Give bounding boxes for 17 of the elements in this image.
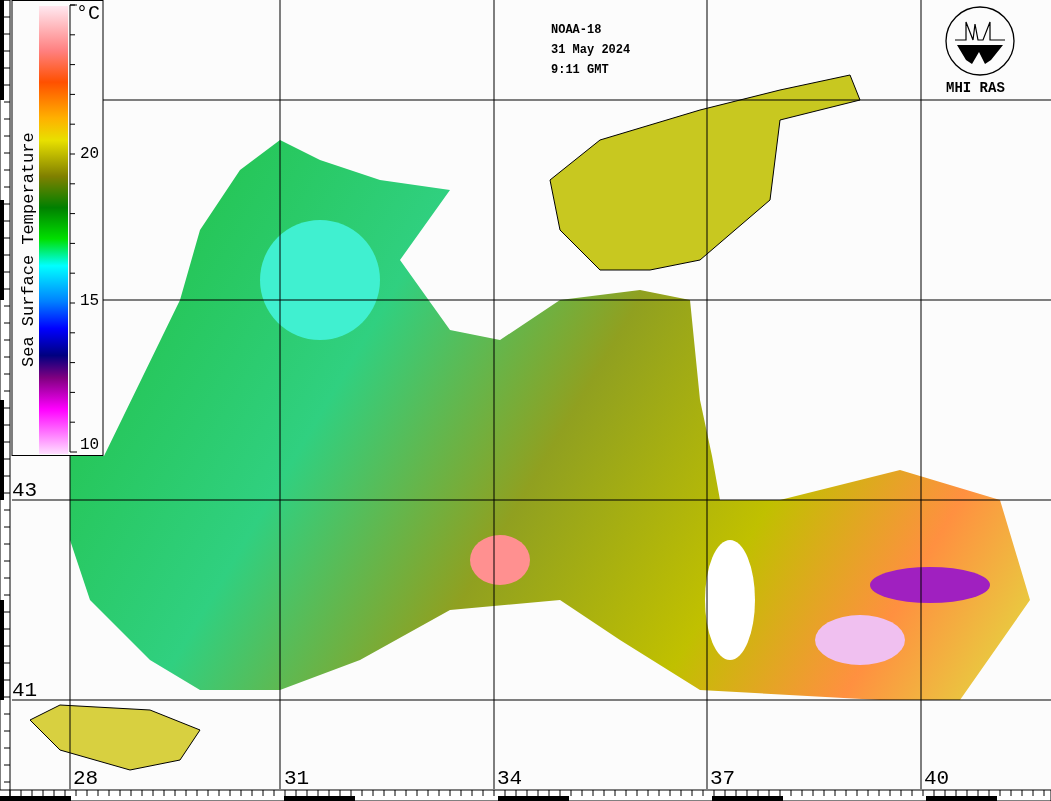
scale-tick-label: 10 [80,437,100,453]
longitude-label: 28 [73,768,99,789]
logo-caption: MHI RAS [946,79,1005,98]
satellite-name: NOAA-18 [551,22,602,39]
latitude-label: 41 [12,680,38,701]
observation-date: 31 May 2024 [551,42,631,59]
unit-label: °C [76,4,100,24]
observation-time: 9:11 GMT [551,62,609,79]
latitude-label: 43 [12,480,38,501]
longitude-label: 40 [924,768,950,789]
longitude-label: 34 [497,768,523,789]
scale-tick-label: 15 [80,293,100,309]
legend-title: Sea Surface Temperature [20,132,37,367]
longitude-label: 37 [710,768,736,789]
scale-tick-label: 20 [80,146,100,162]
institute-logo-icon [945,6,1015,76]
longitude-label: 31 [284,768,310,789]
